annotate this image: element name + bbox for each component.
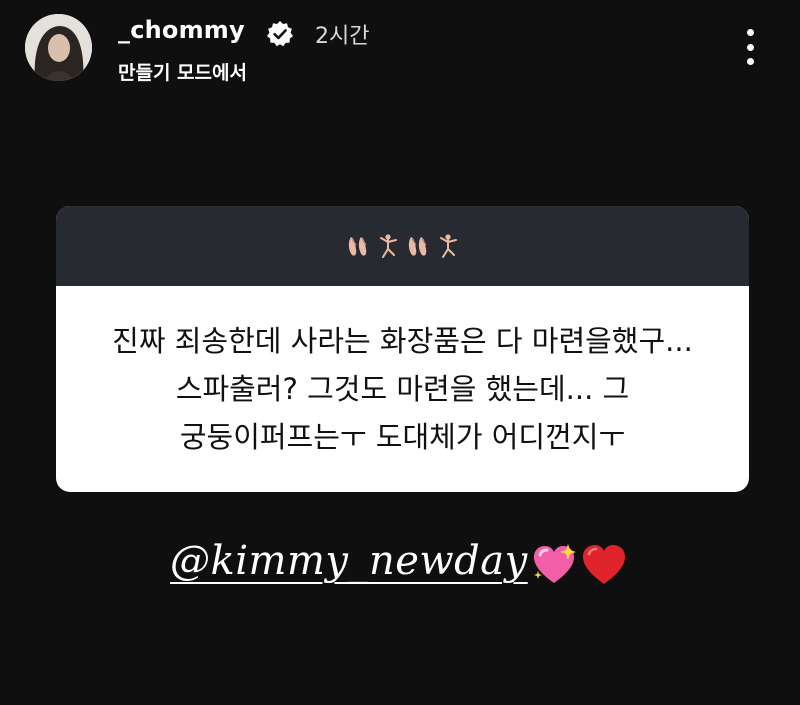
question-line: 스파출러? 그것도 마련을 했는데... 그 xyxy=(175,372,630,406)
menu-dot xyxy=(746,58,754,65)
ballet-shoes-icon xyxy=(408,237,426,256)
story-view[interactable]: _chommy 2시간 만들기 모드에서 진짜 죄송한데 사라는 화장품은 다 … xyxy=(0,0,800,705)
verified-badge-icon xyxy=(267,21,293,47)
username[interactable]: _chommy xyxy=(118,16,245,44)
created-with-label[interactable]: 만들기 모드에서 xyxy=(118,58,247,85)
post-time: 2시간 xyxy=(315,24,370,49)
mention-link[interactable]: @kimmy_newday xyxy=(170,538,528,584)
menu-dot xyxy=(746,43,754,51)
dancer-icon xyxy=(379,234,397,258)
dancer-icon xyxy=(439,234,457,258)
sparkling-heart-icon xyxy=(534,544,576,583)
ballet-shoes-icon xyxy=(348,237,366,256)
avatar-photo xyxy=(25,14,92,81)
question-line: 진짜 죄송한데 사라는 화장품은 다 마련을했구... xyxy=(112,324,693,358)
red-heart-icon xyxy=(583,545,625,584)
question-text: 진짜 죄송한데 사라는 화장품은 다 마련을했구... 스파출러? 그것도 마련… xyxy=(76,317,729,461)
question-sticker[interactable]: 진짜 죄송한데 사라는 화장품은 다 마련을했구... 스파출러? 그것도 마련… xyxy=(56,206,749,492)
avatar[interactable] xyxy=(25,14,92,81)
menu-dot xyxy=(746,29,754,36)
question-sticker-header xyxy=(56,206,749,286)
question-line: 궁둥이퍼프는ㅜ 도대체가 어디껀지ㅜ xyxy=(179,420,626,454)
question-sticker-body: 진짜 죄송한데 사라는 화장품은 다 마련을했구... 스파출러? 그것도 마련… xyxy=(56,286,749,492)
more-vertical-icon[interactable] xyxy=(735,27,765,67)
